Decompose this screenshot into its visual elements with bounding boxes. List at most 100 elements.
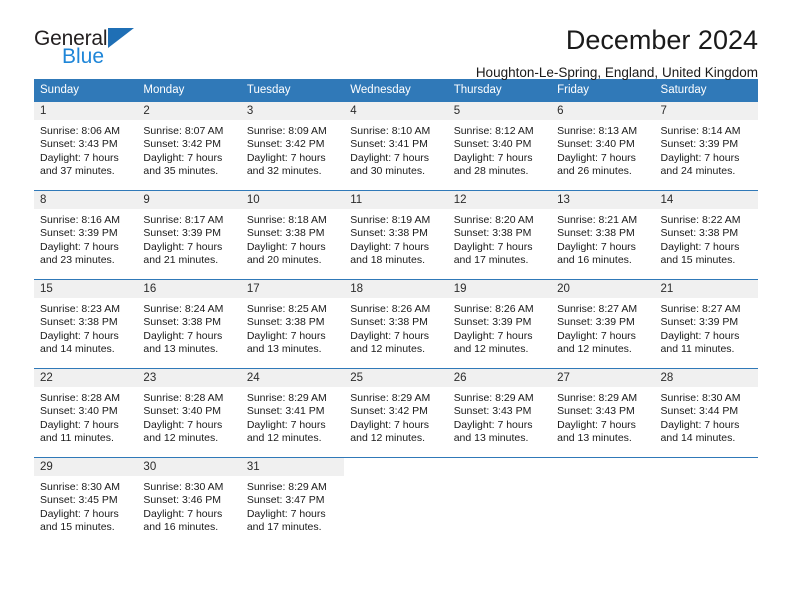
day-details: Sunrise: 8:30 AM Sunset: 3:44 PM Daylight:…	[655, 387, 758, 446]
day-number: 9	[137, 191, 241, 209]
calendar-day-cell[interactable]: 20 Sunrise: 8:27 AM Sunset: 3:39 PM Dayligh…	[551, 279, 655, 369]
calendar-day-cell[interactable]: 23 Sunrise: 8:28 AM Sunset: 3:40 PM Dayligh…	[137, 368, 241, 458]
calendar-day-cell[interactable]: 4 Sunrise: 8:10 AM Sunset: 3:41 PM Daylight…	[344, 101, 448, 191]
sunset-text: Sunset: 3:41 PM	[246, 405, 325, 418]
weekday-header-saturday: Saturday	[654, 79, 758, 102]
day-details: Sunrise: 8:06 AM Sunset: 3:43 PM Daylight:…	[34, 120, 137, 179]
daylight-text: Daylight: 7 hours	[143, 240, 223, 253]
day-details: Sunrise: 8:28 AM Sunset: 3:40 PM Daylight:…	[137, 387, 240, 446]
day-details: Sunrise: 8:07 AM Sunset: 3:42 PM Daylight:…	[137, 120, 240, 179]
calendar-empty-cell	[654, 457, 758, 547]
calendar-day-cell[interactable]: 17 Sunrise: 8:25 AM Sunset: 3:38 PM Dayligh…	[240, 279, 345, 369]
weekday-header-tuesday: Tuesday	[240, 79, 345, 102]
calendar-day-cell[interactable]: 7 Sunrise: 8:14 AM Sunset: 3:39 PM Daylight…	[654, 101, 758, 191]
calendar-day-cell[interactable]: 14 Sunrise: 8:22 AM Sunset: 3:38 PM Dayligh…	[654, 190, 758, 280]
page-header: General Blue December 2024 Houghton-Le-S…	[34, 0, 758, 79]
sunset-text: Sunset: 3:39 PM	[660, 138, 739, 151]
day-number: 6	[551, 102, 655, 120]
daylight-text: and 18 minutes.	[350, 254, 425, 267]
calendar-day-cell[interactable]: 31 Sunrise: 8:29 AM Sunset: 3:47 PM Dayligh…	[240, 457, 345, 547]
sunset-text: Sunset: 3:38 PM	[246, 316, 325, 329]
daylight-text: Daylight: 7 hours	[350, 418, 430, 431]
calendar-day-cell[interactable]: 29 Sunrise: 8:30 AM Sunset: 3:45 PM Dayligh…	[34, 457, 138, 547]
day-number: 20	[551, 280, 655, 298]
calendar-day-cell[interactable]: 10 Sunrise: 8:18 AM Sunset: 3:38 PM Dayligh…	[240, 190, 345, 280]
sunset-text: Sunset: 3:44 PM	[660, 405, 739, 418]
sunrise-text: Sunrise: 8:18 AM	[246, 214, 327, 226]
sunrise-text: Sunrise: 8:30 AM	[143, 481, 224, 493]
sunset-text: Sunset: 3:38 PM	[557, 227, 635, 240]
sunrise-text: Sunrise: 8:27 AM	[660, 303, 741, 315]
calendar-day-cell[interactable]: 6 Sunrise: 8:13 AM Sunset: 3:40 PM Daylight…	[551, 101, 655, 191]
day-details: Sunrise: 8:12 AM Sunset: 3:40 PM Daylight:…	[448, 120, 551, 179]
day-details: Sunrise: 8:26 AM Sunset: 3:38 PM Daylight:…	[344, 298, 447, 357]
sunset-text: Sunset: 3:43 PM	[557, 405, 635, 418]
brand-logo[interactable]: General Blue	[34, 26, 184, 67]
calendar-day-cell[interactable]: 12 Sunrise: 8:20 AM Sunset: 3:38 PM Dayligh…	[447, 190, 552, 280]
sunrise-text: Sunrise: 8:20 AM	[453, 214, 534, 226]
calendar-day-cell[interactable]: 18 Sunrise: 8:26 AM Sunset: 3:38 PM Dayligh…	[344, 279, 448, 369]
calendar-day-cell[interactable]: 25 Sunrise: 8:29 AM Sunset: 3:42 PM Dayligh…	[344, 368, 448, 458]
calendar-day-cell[interactable]: 27 Sunrise: 8:29 AM Sunset: 3:43 PM Dayligh…	[551, 368, 655, 458]
day-details: Sunrise: 8:27 AM Sunset: 3:39 PM Daylight:…	[655, 298, 758, 357]
weekday-header-friday: Friday	[551, 79, 655, 102]
sunrise-text: Sunrise: 8:28 AM	[143, 392, 224, 404]
daylight-text: Daylight: 7 hours	[557, 418, 636, 431]
daylight-text: Daylight: 7 hours	[143, 507, 223, 520]
calendar-day-cell[interactable]: 11 Sunrise: 8:19 AM Sunset: 3:38 PM Dayligh…	[344, 190, 448, 280]
sunset-text: Sunset: 3:39 PM	[660, 316, 739, 329]
daylight-text: and 12 minutes.	[350, 343, 425, 356]
calendar-day-cell[interactable]: 8 Sunrise: 8:16 AM Sunset: 3:39 PM Daylight…	[34, 190, 138, 280]
daylight-text: Daylight: 7 hours	[40, 418, 119, 431]
weekday-header-sunday: Sunday	[34, 79, 138, 102]
calendar-day-cell[interactable]: 9 Sunrise: 8:17 AM Sunset: 3:39 PM Daylight…	[137, 190, 241, 280]
sunset-text: Sunset: 3:45 PM	[40, 494, 118, 507]
calendar-day-cell[interactable]: 2 Sunrise: 8:07 AM Sunset: 3:42 PM Daylight…	[137, 101, 241, 191]
day-details: Sunrise: 8:23 AM Sunset: 3:38 PM Daylight:…	[34, 298, 137, 357]
calendar-day-cell[interactable]: 21 Sunrise: 8:27 AM Sunset: 3:39 PM Dayligh…	[654, 279, 758, 369]
calendar-day-cell[interactable]: 28 Sunrise: 8:30 AM Sunset: 3:44 PM Dayligh…	[654, 368, 758, 458]
day-number: 17	[240, 280, 345, 298]
weekday-header-wednesday: Wednesday	[344, 79, 448, 102]
daylight-text: Daylight: 7 hours	[246, 240, 326, 253]
sunset-text: Sunset: 3:38 PM	[350, 316, 428, 329]
daylight-text: and 20 minutes.	[246, 254, 322, 267]
calendar-day-cell[interactable]: 13 Sunrise: 8:21 AM Sunset: 3:38 PM Dayligh…	[551, 190, 655, 280]
calendar-day-cell[interactable]: 15 Sunrise: 8:23 AM Sunset: 3:38 PM Dayligh…	[34, 279, 138, 369]
day-details: Sunrise: 8:24 AM Sunset: 3:38 PM Daylight:…	[137, 298, 240, 357]
daylight-text: Daylight: 7 hours	[660, 240, 740, 253]
calendar-day-cell[interactable]: 5 Sunrise: 8:12 AM Sunset: 3:40 PM Daylight…	[447, 101, 552, 191]
day-details: Sunrise: 8:14 AM Sunset: 3:39 PM Daylight:…	[655, 120, 758, 179]
daylight-text: Daylight: 7 hours	[557, 329, 636, 342]
day-number: 23	[137, 369, 241, 387]
calendar-day-cell[interactable]: 26 Sunrise: 8:29 AM Sunset: 3:43 PM Dayligh…	[447, 368, 552, 458]
day-details: Sunrise: 8:27 AM Sunset: 3:39 PM Daylight:…	[551, 298, 654, 357]
daylight-text: and 13 minutes.	[557, 432, 632, 445]
daylight-text: and 12 minutes.	[557, 343, 632, 356]
day-number: 13	[551, 191, 655, 209]
daylight-text: and 13 minutes.	[246, 343, 322, 356]
sunset-text: Sunset: 3:39 PM	[557, 316, 635, 329]
calendar-header: Sunday Monday Tuesday Wednesday Thursday…	[34, 79, 758, 102]
calendar-day-cell[interactable]: 1 Sunrise: 8:06 AM Sunset: 3:43 PM Daylight…	[34, 101, 138, 191]
weekday-header-thursday: Thursday	[447, 79, 552, 102]
calendar-day-cell[interactable]: 3 Sunrise: 8:09 AM Sunset: 3:42 PM Daylight…	[240, 101, 345, 191]
day-number: 3	[240, 102, 345, 120]
daylight-text: and 26 minutes.	[557, 165, 632, 178]
day-number: 1	[34, 102, 138, 120]
calendar-day-cell[interactable]: 16 Sunrise: 8:24 AM Sunset: 3:38 PM Dayligh…	[137, 279, 241, 369]
sunset-text: Sunset: 3:42 PM	[143, 138, 222, 151]
day-details: Sunrise: 8:09 AM Sunset: 3:42 PM Daylight:…	[241, 120, 344, 179]
day-details: Sunrise: 8:21 AM Sunset: 3:38 PM Daylight:…	[551, 209, 654, 268]
daylight-text: Daylight: 7 hours	[350, 151, 430, 164]
calendar-day-cell[interactable]: 30 Sunrise: 8:30 AM Sunset: 3:46 PM Dayligh…	[137, 457, 241, 547]
calendar-day-cell[interactable]: 24 Sunrise: 8:29 AM Sunset: 3:41 PM Dayligh…	[240, 368, 345, 458]
daylight-text: and 12 minutes.	[350, 432, 425, 445]
sunrise-text: Sunrise: 8:21 AM	[557, 214, 638, 226]
daylight-text: and 14 minutes.	[40, 343, 115, 356]
calendar-day-cell[interactable]: 22 Sunrise: 8:28 AM Sunset: 3:40 PM Dayligh…	[34, 368, 138, 458]
day-number: 10	[240, 191, 345, 209]
calendar-day-cell[interactable]: 19 Sunrise: 8:26 AM Sunset: 3:39 PM Dayligh…	[447, 279, 552, 369]
day-number	[447, 458, 552, 476]
sunrise-text: Sunrise: 8:06 AM	[40, 125, 120, 137]
